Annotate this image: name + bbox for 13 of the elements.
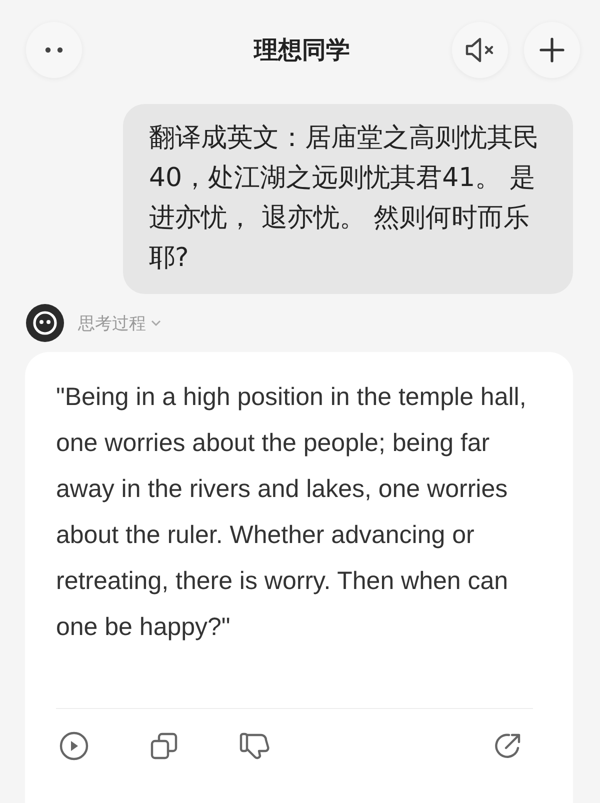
share-button[interactable] bbox=[493, 731, 523, 761]
dots-icon bbox=[44, 47, 64, 53]
copy-button[interactable] bbox=[149, 731, 179, 761]
window-title: 理想同学 bbox=[254, 35, 350, 66]
user-message: 翻译成英文：居庙堂之高则忧其民40，处江湖之远则忧其君41。 是进亦忧， 退亦忧。 然则何时而乐耶? bbox=[123, 104, 573, 294]
thinking-toggle[interactable]: 思考过程 bbox=[78, 312, 162, 334]
dislike-button[interactable] bbox=[239, 731, 271, 761]
play-button[interactable] bbox=[59, 731, 89, 761]
assistant-avatar-icon bbox=[26, 304, 64, 342]
muted-speaker-icon bbox=[464, 36, 496, 64]
reply-text: "Being in a high position in the temple hall, one worries about the people; being far away in the rivers and lakes, one worries about the ruler. Whether advancing or retreating, there is worry. Then when can one be happy?" bbox=[56, 382, 528, 643]
chevron-down-icon bbox=[150, 319, 162, 327]
plus-icon bbox=[539, 37, 565, 63]
